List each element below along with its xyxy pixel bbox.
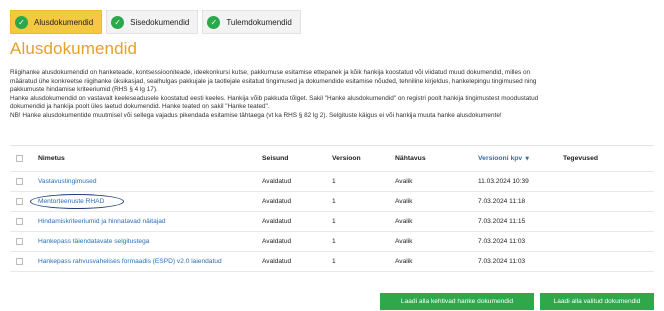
description-line: dokumendid ja hankija poolt üles laetud … [10,103,270,111]
version-cell: 1 [332,198,336,205]
description-line: Hanke alusdokumendid on vastavalt keeles… [10,94,539,102]
status-cell: Avaldatud [262,218,292,225]
visibility-cell: Avalik [395,178,413,185]
row-checkbox[interactable] [16,218,23,225]
tab-sisedokumendid[interactable]: ✓ Sisedokumendid [106,10,199,34]
tab-label: Tulemdokumendid [226,17,292,27]
table-row: Hindamiskriteeriumid ja hinnatavad näita… [10,212,654,232]
column-header-status[interactable]: Seisund [262,155,288,162]
status-cell: Avaldatud [262,258,292,265]
check-icon: ✓ [15,15,28,29]
sort-desc-icon: ▼ [525,156,530,162]
visibility-cell: Avalik [395,218,413,225]
highlight-circle [30,194,124,209]
tab-alusdokumendid[interactable]: ✓ Alusdokumendid [10,10,103,34]
version-date-cell: 7.03.2024 11:15 [478,218,526,225]
version-cell: 1 [332,258,336,265]
status-cell: Avaldatud [262,178,292,185]
document-link[interactable]: Vastavustingimused [38,178,97,185]
description-text: Riigihanke alusdokumendid on hanketeade,… [10,69,654,121]
table-row: Hankepass rahvusvahelises formaadis (ESP… [10,252,654,272]
column-header-name[interactable]: Nimetus [38,155,65,162]
visibility-cell: Avalik [395,258,413,265]
column-header-version[interactable]: Versioon [332,155,361,162]
status-cell: Avaldatud [262,238,292,245]
page-title: Alusdokumendid [10,39,138,58]
document-link[interactable]: Hankepass rahvusvahelises formaadis (ESP… [38,258,222,265]
table-row: Hankepass täiendatavate selgitustega Ava… [10,232,654,252]
version-cell: 1 [332,218,336,225]
visibility-cell: Avalik [395,238,413,245]
tab-label: Sisedokumendid [130,17,190,27]
tab-tulemdokumendid[interactable]: ✓ Tulemdokumendid [202,10,301,34]
column-header-actions: Tegevused [563,155,599,162]
row-checkbox[interactable] [16,198,23,205]
description-line: määratud ühe konkreetse riigihanke üksik… [10,77,537,85]
version-date-cell: 7.03.2024 11:03 [478,258,526,265]
version-cell: 1 [332,238,336,245]
row-checkbox[interactable] [16,238,23,245]
table-header-row: Nimetus Seisund Versioon Nähtavus Versio… [10,146,654,172]
version-cell: 1 [332,178,336,185]
download-selected-documents-button[interactable]: Laadi alla valitud dokumendid [540,293,654,310]
status-cell: Avaldatud [262,198,292,205]
document-link[interactable]: Hankepass täiendatavate selgitustega [38,238,149,245]
check-icon: ✓ [207,15,221,29]
row-checkbox[interactable] [16,258,23,265]
download-valid-documents-button[interactable]: Laadi alla kehtivad hanke dokumendid [380,293,534,310]
version-date-cell: 7.03.2024 11:03 [478,238,526,245]
document-link[interactable]: Hindamiskriteeriumid ja hinnatavad näita… [38,218,166,225]
description-line: NB! Hanke alusdokumentide muutmisel või … [10,111,502,119]
column-header-visibility[interactable]: Nähtavus [395,155,426,162]
table-row: Vastavustingimused Avaldatud 1 Avalik 11… [10,172,654,192]
select-all-checkbox[interactable] [16,155,23,162]
document-tabs: ✓ Alusdokumendid ✓ Sisedokumendid ✓ Tule… [10,10,301,34]
table-row: Mentorteenuste RHAD Avaldatud 1 Avalik 7… [10,192,654,212]
check-icon: ✓ [111,15,125,29]
column-header-version-date[interactable]: Versiooni kpv ▼ [478,155,529,162]
version-date-cell: 11.03.2024 10:39 [478,178,529,185]
version-date-cell: 7.03.2024 11:18 [478,198,526,205]
tab-label: Alusdokumendid [34,17,94,27]
description-line: Riigihanke alusdokumendid on hanketeade,… [10,69,531,76]
visibility-cell: Avalik [395,198,413,205]
row-checkbox[interactable] [16,178,23,185]
column-header-version-date-label: Versiooni kpv [478,155,523,162]
documents-table: Nimetus Seisund Versioon Nähtavus Versio… [10,145,654,272]
description-line: pakkumuste hindamise kriteeriumid (RHS §… [10,86,158,94]
